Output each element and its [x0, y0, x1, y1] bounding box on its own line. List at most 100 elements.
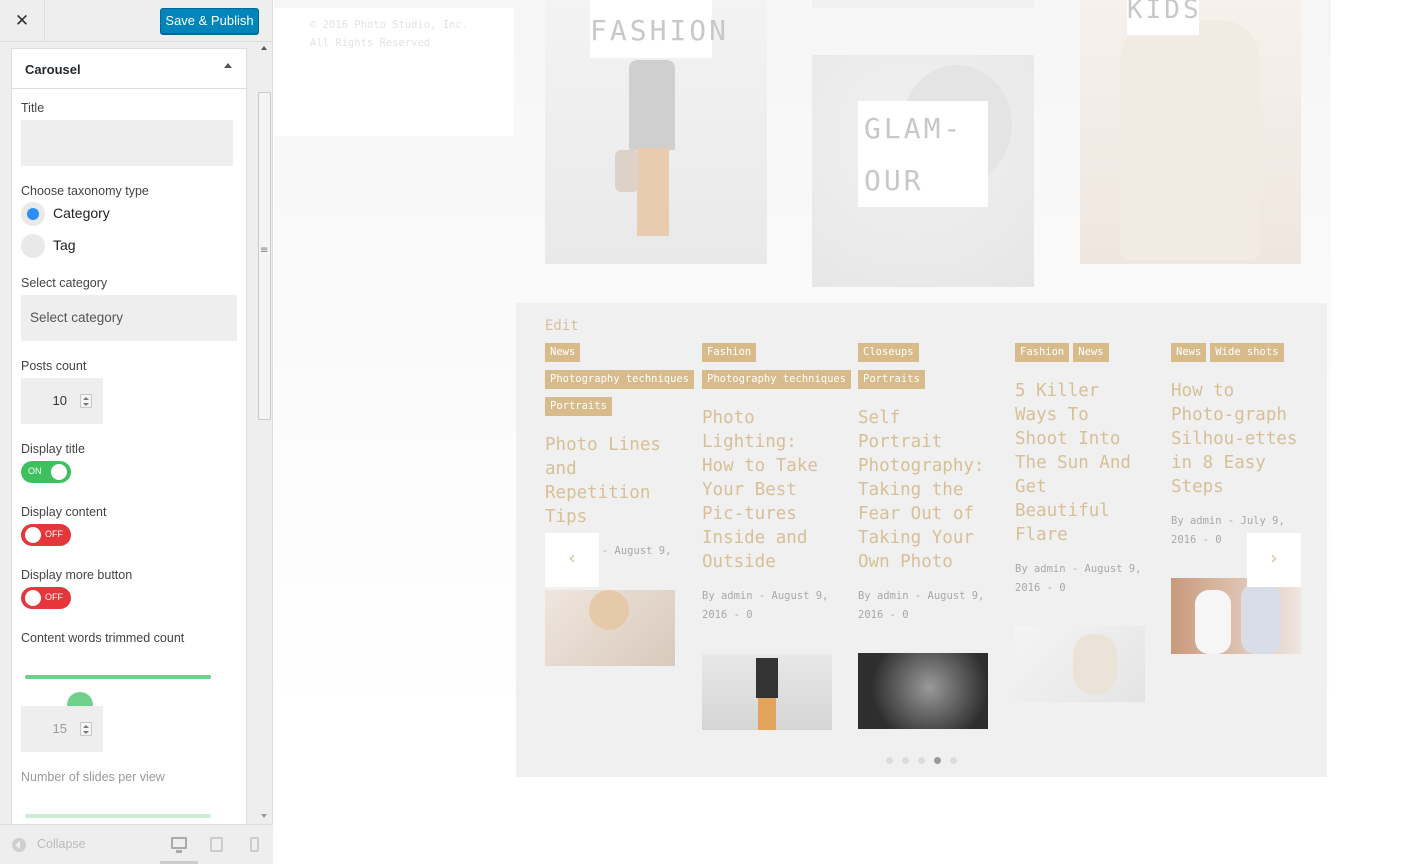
- section-title: Carousel: [25, 62, 81, 77]
- pagination-dot[interactable]: [918, 757, 925, 764]
- scroll-thumb[interactable]: [258, 92, 271, 420]
- footer-block: © 2016 Photo Studio, Inc. All Rights Res…: [274, 8, 514, 136]
- display-content-toggle[interactable]: OFF: [21, 524, 71, 546]
- title-label: Title: [21, 101, 45, 115]
- select-category-label: Select category: [21, 276, 108, 290]
- close-icon[interactable]: ✕: [0, 0, 45, 42]
- save-publish-button[interactable]: Save & Publish: [160, 8, 259, 34]
- posts-count-label: Posts count: [21, 359, 87, 373]
- gallery-tile-glamour[interactable]: GLAM- OUR: [812, 55, 1034, 287]
- gallery-tile-kids[interactable]: KIDS: [1080, 0, 1301, 264]
- carousel-slide[interactable]: Fashion Photography techniques Photo Lig…: [702, 340, 852, 730]
- post-title[interactable]: Photo Lines and Repetition Tips: [545, 433, 677, 529]
- display-title-label: Display title: [21, 442, 85, 456]
- post-tags: Fashion News: [1015, 340, 1147, 367]
- tag-badge[interactable]: Portraits: [858, 370, 925, 389]
- tag-badge[interactable]: Fashion: [702, 343, 757, 362]
- chevron-right-icon[interactable]: ›: [1247, 533, 1301, 587]
- carousel-pagination: [886, 757, 966, 765]
- carousel-section-header[interactable]: Carousel: [12, 49, 246, 89]
- toggle-state-text: OFF: [45, 592, 63, 602]
- tag-badge[interactable]: Fashion: [1015, 343, 1070, 362]
- chevron-up-icon[interactable]: [224, 63, 232, 68]
- post-title[interactable]: Photo Lighting: How to Take Your Best Pi…: [702, 406, 834, 574]
- gallery-label-kids: KIDS: [1127, 0, 1199, 35]
- mobile-preview-icon[interactable]: [250, 837, 259, 852]
- customizer-sidebar: ✕ Save & Publish Carousel Title Choose t…: [0, 0, 273, 864]
- posts-carousel: Edit News Photography techniques Portrai…: [516, 303, 1327, 777]
- collapse-button[interactable]: Collapse: [37, 837, 86, 851]
- posts-count-value: 10: [52, 393, 67, 408]
- pagination-dot[interactable]: [902, 757, 909, 764]
- spinner-icon[interactable]: [80, 394, 92, 408]
- radio-checked-icon[interactable]: [21, 202, 45, 226]
- posts-count-stepper[interactable]: 10: [21, 378, 103, 424]
- gallery-tile-fashion[interactable]: FASHION: [545, 0, 767, 264]
- scroll-up-icon[interactable]: [261, 46, 267, 50]
- edit-link[interactable]: Edit: [545, 318, 579, 334]
- post-thumbnail[interactable]: [545, 590, 675, 666]
- post-tags: Fashion Photography techniques: [702, 340, 852, 394]
- desktop-preview-icon[interactable]: [171, 837, 187, 853]
- customizer-header: ✕ Save & Publish: [0, 0, 272, 42]
- thumbnail-figure: [1073, 634, 1117, 694]
- fashion-photo: [629, 60, 675, 150]
- post-title[interactable]: How to Photo-graph Silhou-ettes in 8 Eas…: [1171, 379, 1303, 499]
- tag-badge[interactable]: Closeups: [858, 343, 919, 362]
- post-thumbnail[interactable]: [1171, 578, 1301, 654]
- post-thumbnail[interactable]: [858, 653, 988, 729]
- carousel-slide[interactable]: Closeups Portraits Self Portrait Photogra…: [858, 340, 990, 729]
- tag-badge[interactable]: News: [545, 343, 581, 362]
- gallery-label-glamour: GLAM- OUR: [858, 101, 988, 207]
- tag-badge[interactable]: Photography techniques: [545, 370, 695, 389]
- title-input[interactable]: [21, 120, 233, 166]
- trim-count-value: 15: [52, 721, 67, 736]
- post-title[interactable]: 5 Killer Ways To Shoot Into The Sun And …: [1015, 379, 1147, 547]
- radio-tag-label: Tag: [53, 237, 76, 253]
- handbag-shape: [615, 150, 639, 192]
- site-preview: © 2016 Photo Studio, Inc. All Rights Res…: [274, 0, 1419, 864]
- post-thumbnail[interactable]: [1015, 626, 1145, 702]
- customizer-footer: Collapse: [0, 824, 273, 864]
- post-tags: Closeups Portraits: [858, 340, 990, 394]
- tag-badge[interactable]: News: [1171, 343, 1207, 362]
- tag-badge[interactable]: News: [1073, 343, 1109, 362]
- carousel-slide[interactable]: News Photography techniques Portraits Ph…: [545, 340, 695, 666]
- radio-unchecked-icon[interactable]: [21, 234, 45, 258]
- carousel-slide[interactable]: News Wide shots How to Photo-graph Silhou…: [1171, 340, 1303, 654]
- sidebar-scrollbar[interactable]: [256, 42, 273, 824]
- tablet-preview-icon[interactable]: [210, 837, 223, 852]
- gallery-tile-top: [812, 0, 1034, 8]
- tag-badge[interactable]: Photography techniques: [702, 370, 852, 389]
- thumbnail-figure: [1195, 590, 1231, 654]
- toggle-state-text: OFF: [45, 529, 63, 539]
- slides-per-view-slider[interactable]: [25, 814, 211, 818]
- post-title[interactable]: Self Portrait Photography: Taking the Fe…: [858, 406, 990, 574]
- collapse-icon[interactable]: [12, 838, 26, 852]
- trim-count-stepper[interactable]: 15: [21, 706, 103, 752]
- thumbnail-figure-legs: [758, 698, 776, 730]
- display-title-toggle[interactable]: ON: [21, 461, 71, 483]
- pagination-dot[interactable]: [886, 757, 893, 764]
- display-more-toggle[interactable]: OFF: [21, 587, 71, 609]
- thumbnail-figure: [1241, 584, 1281, 654]
- post-thumbnail[interactable]: [702, 654, 832, 730]
- chevron-left-icon[interactable]: ‹: [545, 533, 599, 587]
- taxonomy-label: Choose taxonomy type: [21, 184, 149, 198]
- tag-badge[interactable]: Portraits: [545, 397, 612, 416]
- trim-count-slider[interactable]: [25, 675, 211, 718]
- post-meta: By admin - August 9, 2016 - 0: [858, 590, 985, 621]
- scroll-down-icon[interactable]: [261, 814, 267, 818]
- select-category-dropdown[interactable]: Select category: [21, 295, 237, 341]
- post-meta: By admin - August 9, 2016 - 0: [702, 590, 829, 621]
- carousel-slide[interactable]: Fashion News 5 Killer Ways To Shoot Into …: [1015, 340, 1147, 702]
- post-meta: By admin - August 9, 2016 - 0: [1015, 563, 1142, 594]
- spinner-icon[interactable]: [80, 722, 92, 736]
- post-tags: News Wide shots: [1171, 340, 1303, 367]
- pagination-dot-active[interactable]: [934, 757, 941, 764]
- slides-per-view-label: Number of slides per view: [21, 770, 165, 784]
- toggle-knob: [25, 590, 41, 606]
- pagination-dot[interactable]: [950, 757, 957, 764]
- copyright-text: © 2016 Photo Studio, Inc. All Rights Res…: [310, 19, 469, 49]
- tag-badge[interactable]: Wide shots: [1210, 343, 1284, 362]
